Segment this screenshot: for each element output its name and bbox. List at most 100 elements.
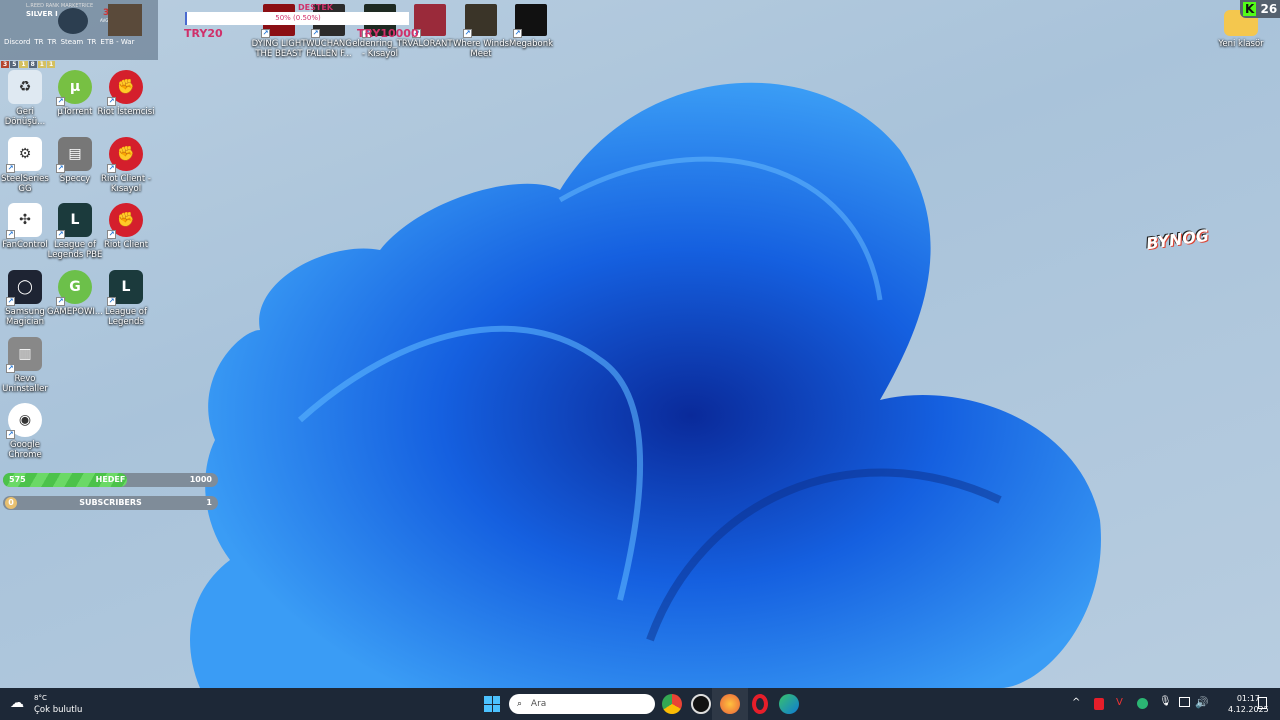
volume-icon[interactable]: 🔊 <box>1195 696 1209 709</box>
game-icon: ↗ <box>463 4 497 38</box>
donation-min: TRY20 <box>184 27 223 40</box>
badge: 3 <box>1 61 10 68</box>
shortcut-arrow-icon: ↗ <box>6 364 15 373</box>
steam-icon <box>58 8 88 34</box>
badge-row: 3 5 1 8 1 1 <box>1 61 56 68</box>
shortcut-arrow-icon: ↗ <box>107 164 116 173</box>
shortcut-arrow-icon: ↗ <box>56 230 65 239</box>
overlay-item[interactable]: TR <box>87 38 96 46</box>
icon-label: Revo Uninstaller <box>2 374 48 394</box>
kick-icon: K <box>1243 2 1257 16</box>
app-icon: ♻ <box>8 70 42 104</box>
desktop-icon[interactable]: ✊ ↗ Riot Client - Kısayol <box>96 137 156 194</box>
rank-label: SILVER I <box>26 10 58 18</box>
game-icon: ↗ <box>513 4 547 38</box>
overlay-item[interactable]: TR <box>47 38 56 46</box>
search-box[interactable]: ⌕ Ara <box>509 694 655 714</box>
shortcut-arrow-icon: ↗ <box>56 97 65 106</box>
start-button[interactable] <box>484 696 500 712</box>
active-app-highlight <box>712 688 748 720</box>
icon-label: League of Legends <box>105 307 147 327</box>
app-icon: L ↗ <box>107 270 143 306</box>
chrome-taskbar-icon[interactable] <box>662 694 682 714</box>
microphone-icon[interactable]: 🎙 <box>1159 696 1172 707</box>
goal-label: HEDEF <box>95 475 126 484</box>
desktop-icon[interactable]: ◉ ↗ Google Chrome <box>0 403 55 460</box>
icon-label: Yeni klasör <box>1218 39 1264 49</box>
rank-caption: L.REED RANK MARKETRICE <box>26 3 94 9</box>
subs-label: SUBSCRIBERS <box>79 498 142 507</box>
shortcut-arrow-icon: ↗ <box>513 29 522 38</box>
shortcut-arrow-icon: ↗ <box>107 230 116 239</box>
desktop-icon-game[interactable]: ↗ Megabonk <box>501 4 561 49</box>
app-icon: ▤ ↗ <box>56 137 92 173</box>
overlay-item[interactable]: Steam <box>61 38 84 46</box>
desktop-icon[interactable]: ✊ ↗ Riot Client <box>96 203 156 250</box>
app-icon: ⚙ ↗ <box>6 137 42 173</box>
badge: 8 <box>28 61 37 68</box>
subs-target: 1 <box>206 498 212 507</box>
search-placeholder: Ara <box>530 699 547 709</box>
donation-progress-bar: 50% (0.50%) <box>185 12 409 25</box>
app-icon: ◯ ↗ <box>6 270 42 306</box>
desktop-icon[interactable]: ✊ ↗ Riot İstemcisi <box>96 70 156 117</box>
shortcut-arrow-icon: ↗ <box>107 297 116 306</box>
shortcut-arrow-icon: ↗ <box>56 297 65 306</box>
shortcut-arrow-icon: ↗ <box>311 29 320 38</box>
shortcut-arrow-icon: ↗ <box>6 430 15 439</box>
icon-label: Riot Client - Kısayol <box>101 174 151 194</box>
network-icon[interactable] <box>1179 697 1190 707</box>
notification-bell-icon[interactable] <box>1258 697 1267 709</box>
chevron-up-icon[interactable]: ^ <box>1072 697 1080 708</box>
donation-max: TRY10000 <box>357 27 419 40</box>
badge: 1 <box>37 61 46 68</box>
badge: 1 <box>46 61 56 68</box>
rank-overlay-widget: L.REED RANK MARKETRICE SILVER I 3.2 AVG.… <box>0 0 158 60</box>
shortcut-arrow-icon: ↗ <box>261 29 270 38</box>
kick-count: 26 <box>1260 2 1278 16</box>
kick-badge: K 26 <box>1240 0 1280 18</box>
weather-cloud-icon[interactable]: ☁ <box>10 695 30 713</box>
app-icon: ◉ ↗ <box>6 403 42 439</box>
edge-taskbar-icon[interactable] <box>779 694 799 714</box>
shortcut-arrow-icon: ↗ <box>463 29 472 38</box>
shortcut-arrow-icon: ↗ <box>56 164 65 173</box>
badge: 5 <box>10 61 19 68</box>
desktop-icon[interactable]: ▥ ↗ Revo Uninstaller <box>0 337 55 394</box>
shortcut-arrow-icon: ↗ <box>6 297 15 306</box>
app-icon: µ ↗ <box>56 70 92 106</box>
steelseries-taskbar-icon[interactable] <box>691 694 711 714</box>
app-icon: ✊ ↗ <box>107 203 143 239</box>
icon-label: Megabonk <box>508 39 554 49</box>
shortcut-arrow-icon: ↗ <box>6 164 15 173</box>
riot-tray-icon[interactable] <box>1094 698 1104 710</box>
goal-target: 1000 <box>189 475 212 484</box>
badge: 1 <box>19 61 28 68</box>
app-icon: ✊ ↗ <box>107 137 143 173</box>
shortcut-arrow-icon: ↗ <box>6 230 15 239</box>
shortcut-arrow-icon: ↗ <box>107 97 116 106</box>
tray-app-icon[interactable] <box>1137 698 1148 709</box>
subscribers-progress-bar: 0 SUBSCRIBERS 1 <box>3 496 218 510</box>
icon-label: Google Chrome <box>8 440 42 460</box>
wallpaper <box>190 82 1101 688</box>
donation-title: DESTEK <box>298 3 333 12</box>
overlay-item[interactable]: TR <box>34 38 43 46</box>
app-icon: ✊ ↗ <box>107 70 143 106</box>
game-thumbnail <box>108 4 142 36</box>
opera-taskbar-icon[interactable] <box>752 694 768 714</box>
desktop-icon[interactable]: L ↗ League of Legends <box>96 270 156 327</box>
search-icon: ⌕ <box>517 699 523 709</box>
overlay-item[interactable]: ETB - War <box>100 38 134 46</box>
taskbar: ☁ 8°C Çok bulutlu ⌕ Ara ^ V 🎙 🔊 01:17 4.… <box>0 688 1280 720</box>
app-icon: G ↗ <box>56 270 92 306</box>
weather-temp[interactable]: 8°C <box>34 694 47 702</box>
app-icon: ▥ ↗ <box>6 337 42 373</box>
overlay-item[interactable]: Discord <box>4 38 30 46</box>
app-icon: L ↗ <box>56 203 92 239</box>
goal-progress-bar: 575 HEDEF 1000 <box>3 473 218 487</box>
weather-desc[interactable]: Çok bulutlu <box>34 705 82 715</box>
icon-label: Riot Client <box>103 240 149 250</box>
valorant-tray-icon[interactable]: V <box>1116 697 1123 708</box>
icon-label: Riot İstemcisi <box>97 107 155 117</box>
